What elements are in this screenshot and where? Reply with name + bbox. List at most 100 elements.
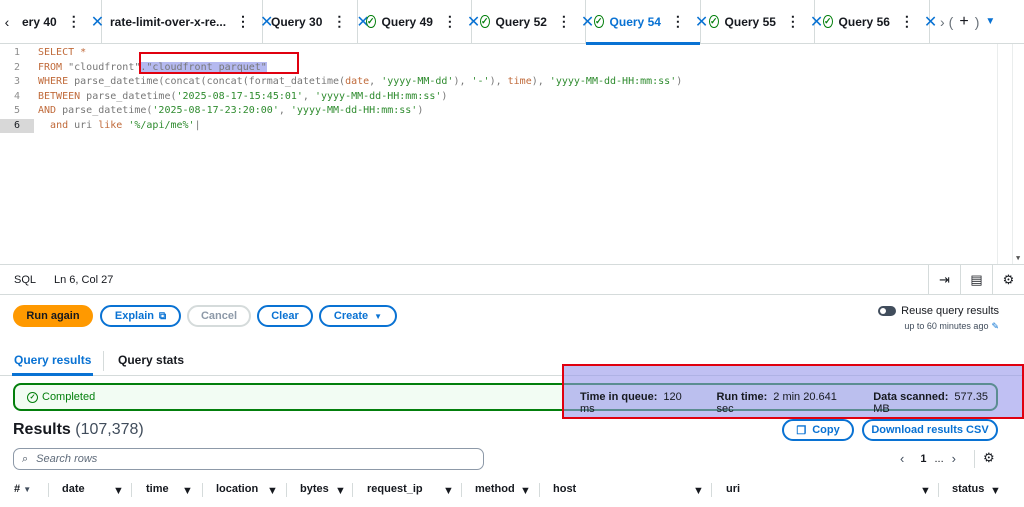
tab-query-55[interactable]: ✓ Query 55 ⋮ ✕ xyxy=(701,0,823,44)
more-options-icon[interactable]: ⋮ xyxy=(900,13,914,30)
explain-label: Explain xyxy=(114,310,154,322)
tab-query-results[interactable]: Query results xyxy=(11,353,94,376)
sort-caret-icon: ▼ xyxy=(23,485,32,494)
divider xyxy=(539,483,540,497)
copy-button[interactable]: ❐ Copy xyxy=(782,419,854,441)
more-options-icon[interactable]: ⋮ xyxy=(236,13,250,30)
sort-caret-icon[interactable]: ▼ xyxy=(443,485,454,497)
tab-query-52[interactable]: ✓ Query 52 ⋮ ✕ xyxy=(472,0,594,44)
column-header[interactable]: location xyxy=(216,483,258,495)
caret-down-icon: ▼ xyxy=(374,311,383,321)
code-text: SELECT * xyxy=(38,47,87,58)
tab-label: Query 49 xyxy=(381,14,433,29)
search-input[interactable]: ⌕ Search rows xyxy=(13,448,484,470)
format-query-icon[interactable]: ⇥ xyxy=(928,265,960,295)
gear-icon[interactable]: ⚙ xyxy=(992,265,1024,295)
more-options-icon[interactable]: ⋮ xyxy=(332,13,346,30)
execution-stats: Time in queue: 120 ms Run time: 2 min 20.6… xyxy=(580,391,1024,415)
sort-caret-icon[interactable]: ▼ xyxy=(520,485,531,497)
scroll-down-icon[interactable]: ▼ xyxy=(1016,254,1020,262)
add-tab-icon[interactable]: + xyxy=(959,13,968,31)
tab-query-56[interactable]: ✓ Query 56 ⋮ ✕ xyxy=(815,0,937,44)
sort-caret-icon[interactable]: ▼ xyxy=(267,485,278,497)
more-options-icon[interactable]: ⋮ xyxy=(786,13,800,30)
check-circle-icon: ✓ xyxy=(480,15,490,28)
pencil-icon[interactable]: ✎ xyxy=(991,321,999,331)
sort-caret-icon[interactable]: ▼ xyxy=(920,485,931,497)
reuse-label: Reuse query results xyxy=(901,305,999,317)
check-circle-icon: ✓ xyxy=(823,15,833,28)
sort-caret-icon[interactable]: ▼ xyxy=(182,485,193,497)
copy-icon: ❐ xyxy=(796,424,807,437)
results-table-header: # ▼ date ▼ time ▼ location ▼ bytes ▼ req… xyxy=(0,480,1024,500)
check-circle-icon: ✓ xyxy=(27,391,38,403)
sort-caret-icon[interactable]: ▼ xyxy=(990,485,1001,497)
chevron-left-icon[interactable]: › xyxy=(940,14,945,30)
tab-query-30[interactable]: Query 30 ⋮ ✕ xyxy=(263,0,370,44)
clear-button[interactable]: Clear xyxy=(257,305,313,327)
divider xyxy=(711,483,712,497)
column-header[interactable]: request_ip xyxy=(367,483,423,495)
check-circle-icon: ✓ xyxy=(709,15,719,28)
code-area[interactable]: SELECT * FROM "cloudfront"."cloudfront_p… xyxy=(38,46,682,133)
tab-query-40[interactable]: ery 40 ⋮ ✕ xyxy=(14,0,104,44)
sort-caret-icon[interactable]: ▼ xyxy=(693,485,704,497)
run-time-label: Run time: xyxy=(716,391,768,403)
more-options-icon[interactable]: ⋮ xyxy=(671,13,685,30)
current-line-highlight xyxy=(34,161,1012,176)
scroll-tabs-icon[interactable]: ( xyxy=(949,14,954,30)
column-header[interactable]: method xyxy=(475,483,515,495)
chevron-right-icon[interactable]: › xyxy=(952,451,956,466)
run-again-button[interactable]: Run again xyxy=(13,305,93,327)
column-header[interactable]: time xyxy=(146,483,169,495)
annotation-box xyxy=(139,52,299,74)
line-number: 1 xyxy=(13,47,21,58)
tab-query-54[interactable]: ✓ Query 54 ⋮ ✕ xyxy=(586,0,708,45)
cancel-button[interactable]: Cancel xyxy=(187,305,251,327)
tab-rate-limit[interactable]: rate-limit-over-x-re... ⋮ ✕ xyxy=(102,0,273,44)
gear-icon[interactable]: ⚙ xyxy=(983,450,995,466)
tab-query-stats[interactable]: Query stats xyxy=(118,353,184,367)
tab-label: Query 56 xyxy=(838,14,890,29)
column-header[interactable]: # ▼ xyxy=(14,483,31,495)
tab-label: Query 55 xyxy=(724,14,776,29)
explain-button[interactable]: Explain ⧉ xyxy=(100,305,181,327)
divider xyxy=(286,483,287,497)
page-number[interactable]: 1 xyxy=(920,453,926,465)
column-header[interactable]: host xyxy=(553,483,576,495)
sort-caret-icon[interactable]: ▼ xyxy=(335,485,346,497)
vertical-scrollbar[interactable]: ▼ xyxy=(1012,44,1024,264)
line-gutter: 1 2 3 4 5 6 xyxy=(0,44,34,264)
chevron-left-icon[interactable]: ‹ xyxy=(900,451,904,466)
scroll-tabs-icon[interactable]: ) xyxy=(975,14,980,30)
more-options-icon[interactable]: ⋮ xyxy=(443,13,457,30)
reuse-toggle[interactable] xyxy=(878,306,897,317)
caret-down-icon[interactable]: ▼ xyxy=(985,16,995,27)
reuse-sub-label: up to 60 minutes ago xyxy=(904,321,989,331)
column-label: time xyxy=(146,483,169,495)
tab-label: Query 30 xyxy=(271,14,323,29)
tab-label: rate-limit-over-x-re... xyxy=(110,14,227,29)
column-header[interactable]: status xyxy=(952,483,984,495)
column-header[interactable]: date xyxy=(62,483,85,495)
divider xyxy=(974,450,975,468)
download-csv-button[interactable]: Download results CSV xyxy=(862,419,998,441)
code-line: SELECT * xyxy=(38,46,682,61)
tab-query-49[interactable]: ✓ Query 49 ⋮ ✕ xyxy=(358,0,480,44)
results-title: Results (107,378) xyxy=(13,421,144,439)
sql-editor[interactable]: 1 2 3 4 5 6 SELECT * FROM "cloudfront"."… xyxy=(0,44,1024,264)
sort-caret-icon[interactable]: ▼ xyxy=(113,485,124,497)
chevron-left-icon[interactable]: ‹ xyxy=(0,14,14,30)
more-options-icon[interactable]: ⋮ xyxy=(67,13,81,30)
column-header[interactable]: uri xyxy=(726,483,740,495)
keyboard-shortcuts-icon[interactable]: ▤ xyxy=(960,265,992,295)
close-icon[interactable]: ✕ xyxy=(924,12,937,32)
column-label: host xyxy=(553,483,577,495)
more-options-icon[interactable]: ⋮ xyxy=(557,13,571,30)
code-line: FROM "cloudfront"."cloudfront_parquet" xyxy=(38,61,267,73)
create-button[interactable]: Create ▼ xyxy=(319,305,397,327)
check-circle-icon: ✓ xyxy=(594,15,604,28)
column-header[interactable]: bytes xyxy=(300,483,329,495)
code-line: BETWEEN parse_datetime('2025-08-17-15:45… xyxy=(38,90,448,102)
column-label: method xyxy=(475,483,515,495)
